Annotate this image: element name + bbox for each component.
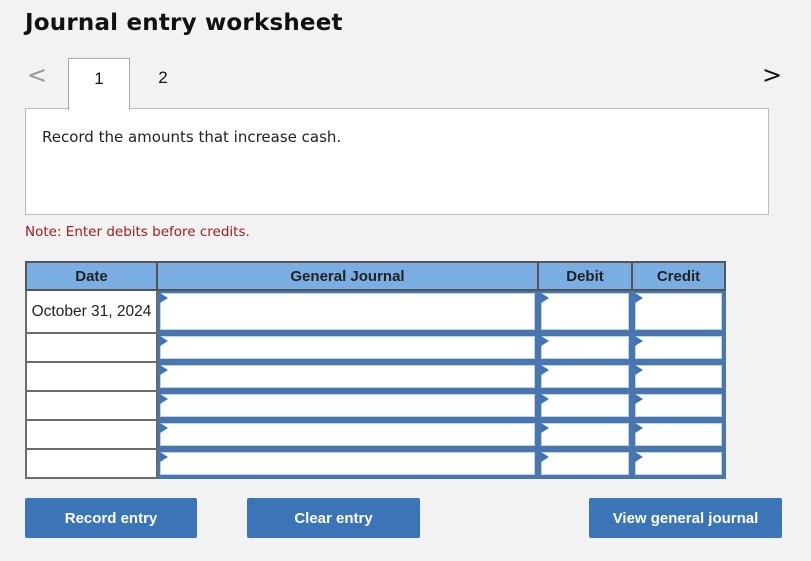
debit-input[interactable] [541, 423, 629, 446]
account-input-cell[interactable] [156, 419, 539, 450]
table-row: October 31, 2024 [25, 289, 726, 334]
credit-input-cell[interactable] [631, 289, 726, 334]
debit-input-cell[interactable] [537, 448, 633, 479]
dropdown-marker-icon [160, 365, 168, 375]
chevron-left-icon[interactable]: < [27, 62, 47, 88]
account-input[interactable] [160, 293, 535, 330]
dropdown-marker-icon [635, 423, 643, 433]
instruction-panel: Record the amounts that increase cash. [25, 108, 769, 215]
column-header-credit: Credit [631, 261, 726, 291]
table-row [25, 332, 726, 363]
dropdown-marker-icon [635, 365, 643, 375]
debit-input-cell[interactable] [537, 390, 633, 421]
account-input-cell[interactable] [156, 289, 539, 334]
column-header-general-journal: General Journal [156, 261, 539, 291]
tab-1[interactable]: 1 [68, 58, 130, 110]
credit-input[interactable] [635, 365, 722, 388]
date-cell[interactable] [25, 419, 158, 450]
dropdown-marker-icon [541, 394, 549, 404]
dropdown-marker-icon [160, 336, 168, 346]
dropdown-marker-icon [635, 452, 643, 462]
dropdown-marker-icon [541, 423, 549, 433]
credit-input[interactable] [635, 293, 722, 330]
credit-input[interactable] [635, 336, 722, 359]
page-title: Journal entry worksheet [25, 10, 343, 36]
account-input-cell[interactable] [156, 448, 539, 479]
view-general-journal-button[interactable]: View general journal [589, 498, 782, 538]
credit-input[interactable] [635, 452, 722, 475]
debit-input[interactable] [541, 394, 629, 417]
dropdown-marker-icon [635, 394, 643, 404]
debit-input[interactable] [541, 336, 629, 359]
date-cell[interactable] [25, 332, 158, 363]
dropdown-marker-icon [635, 336, 643, 346]
debit-input[interactable] [541, 365, 629, 388]
credit-input[interactable] [635, 423, 722, 446]
instruction-text: Record the amounts that increase cash. [42, 128, 342, 146]
table-row [25, 419, 726, 450]
debit-input[interactable] [541, 293, 629, 330]
date-cell[interactable] [25, 448, 158, 479]
debit-input-cell[interactable] [537, 419, 633, 450]
dropdown-marker-icon [541, 365, 549, 375]
journal-table: Date General Journal Debit Credit Octobe… [25, 261, 726, 479]
credit-input[interactable] [635, 394, 722, 417]
account-input-cell[interactable] [156, 390, 539, 421]
column-header-debit: Debit [537, 261, 633, 291]
credit-input-cell[interactable] [631, 419, 726, 450]
date-cell[interactable] [25, 390, 158, 421]
clear-entry-button[interactable]: Clear entry [247, 498, 420, 538]
account-input-cell[interactable] [156, 361, 539, 392]
table-row [25, 448, 726, 479]
credit-input-cell[interactable] [631, 361, 726, 392]
credit-input-cell[interactable] [631, 332, 726, 363]
debit-input-cell[interactable] [537, 289, 633, 334]
dropdown-marker-icon [541, 452, 549, 462]
dropdown-marker-icon [160, 394, 168, 404]
debit-input-cell[interactable] [537, 332, 633, 363]
account-input[interactable] [160, 365, 535, 388]
account-input[interactable] [160, 336, 535, 359]
dropdown-marker-icon [160, 452, 168, 462]
debit-input-cell[interactable] [537, 361, 633, 392]
table-row [25, 361, 726, 392]
note-text: Note: Enter debits before credits. [25, 224, 250, 240]
account-input[interactable] [160, 394, 535, 417]
credit-input-cell[interactable] [631, 448, 726, 479]
column-header-date: Date [25, 261, 158, 291]
table-header-row: Date General Journal Debit Credit [25, 261, 726, 291]
tab-2[interactable]: 2 [132, 58, 194, 109]
dropdown-marker-icon [160, 293, 168, 303]
dropdown-marker-icon [635, 293, 643, 303]
dropdown-marker-icon [160, 423, 168, 433]
dropdown-marker-icon [541, 336, 549, 346]
date-cell[interactable] [25, 361, 158, 392]
account-input[interactable] [160, 423, 535, 446]
account-input[interactable] [160, 452, 535, 475]
debit-input[interactable] [541, 452, 629, 475]
table-row [25, 390, 726, 421]
credit-input-cell[interactable] [631, 390, 726, 421]
dropdown-marker-icon [541, 293, 549, 303]
chevron-right-icon[interactable]: > [762, 62, 782, 88]
account-input-cell[interactable] [156, 332, 539, 363]
date-cell[interactable]: October 31, 2024 [25, 289, 158, 334]
record-entry-button[interactable]: Record entry [25, 498, 197, 538]
